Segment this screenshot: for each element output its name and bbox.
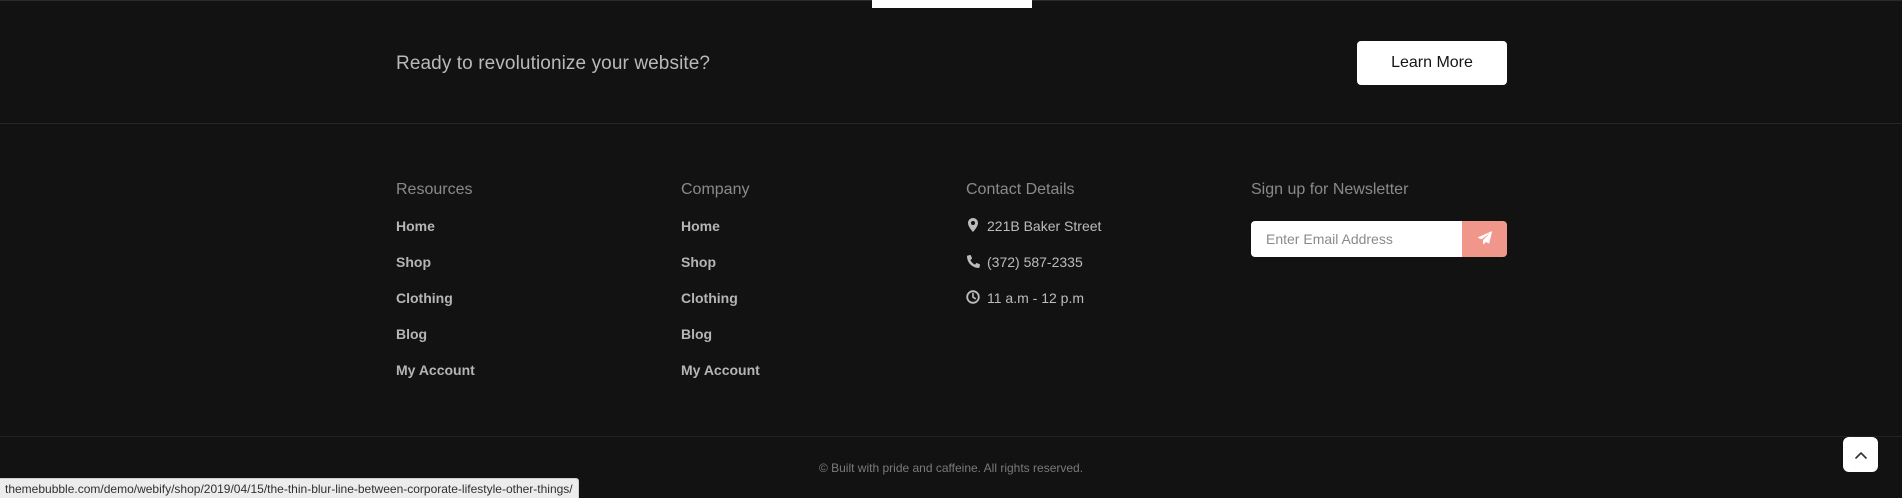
company-column: Company Home Shop Clothing Blog My Accou…: [681, 180, 760, 397]
contact-phone: (372) 587-2335: [966, 253, 1101, 289]
bottom-divider: [0, 436, 1902, 437]
company-links: Home Shop Clothing Blog My Account: [681, 217, 760, 397]
map-marker-icon: [966, 217, 980, 233]
company-link-clothing[interactable]: Clothing: [681, 289, 760, 325]
contact-heading: Contact Details: [966, 181, 1075, 198]
resources-link-home[interactable]: Home: [396, 217, 475, 253]
resources-links: Home Shop Clothing Blog My Account: [396, 217, 475, 397]
resources-heading: Resources: [396, 181, 473, 198]
learn-more-button[interactable]: Learn More: [1357, 41, 1507, 85]
company-link-blog[interactable]: Blog: [681, 325, 760, 361]
phone-icon: [966, 253, 980, 269]
resources-column: Resources Home Shop Clothing Blog My Acc…: [396, 180, 475, 397]
chevron-up-icon: [1854, 446, 1867, 464]
newsletter-email-input[interactable]: [1251, 221, 1462, 257]
resources-link-shop[interactable]: Shop: [396, 253, 475, 289]
company-link-home[interactable]: Home: [681, 217, 760, 253]
newsletter-submit-button[interactable]: [1462, 221, 1507, 257]
resources-link-my-account[interactable]: My Account: [396, 361, 475, 397]
contact-list: 221B Baker Street (372) 587-2335 11 a.m …: [966, 217, 1101, 325]
copyright-text: © Built with pride and caffeine. All rig…: [818, 461, 1084, 475]
company-link-my-account[interactable]: My Account: [681, 361, 760, 397]
back-to-top-button[interactable]: [1843, 437, 1878, 472]
paper-plane-icon: [1477, 230, 1492, 248]
cta-band: Ready to revolutionize your website? Lea…: [0, 1, 1902, 124]
browser-status-bar: themebubble.com/demo/webify/shop/2019/04…: [0, 478, 579, 498]
company-heading: Company: [681, 181, 750, 198]
contact-phone-text: (372) 587-2335: [987, 254, 1083, 270]
contact-hours: 11 a.m - 12 p.m: [966, 289, 1101, 325]
newsletter-form: [1251, 221, 1507, 257]
newsletter-heading: Sign up for Newsletter: [1251, 181, 1409, 198]
contact-address: 221B Baker Street: [966, 217, 1101, 253]
newsletter-column: Sign up for Newsletter: [1251, 180, 1408, 217]
cta-text: Ready to revolutionize your website?: [396, 53, 711, 74]
resources-link-blog[interactable]: Blog: [396, 325, 475, 361]
company-link-shop[interactable]: Shop: [681, 253, 760, 289]
contact-hours-text: 11 a.m - 12 p.m: [987, 290, 1085, 306]
contact-address-text: 221B Baker Street: [987, 218, 1102, 234]
clock-icon: [966, 289, 980, 305]
resources-link-clothing[interactable]: Clothing: [396, 289, 475, 325]
contact-column: Contact Details 221B Baker Street (372) …: [966, 180, 1101, 325]
